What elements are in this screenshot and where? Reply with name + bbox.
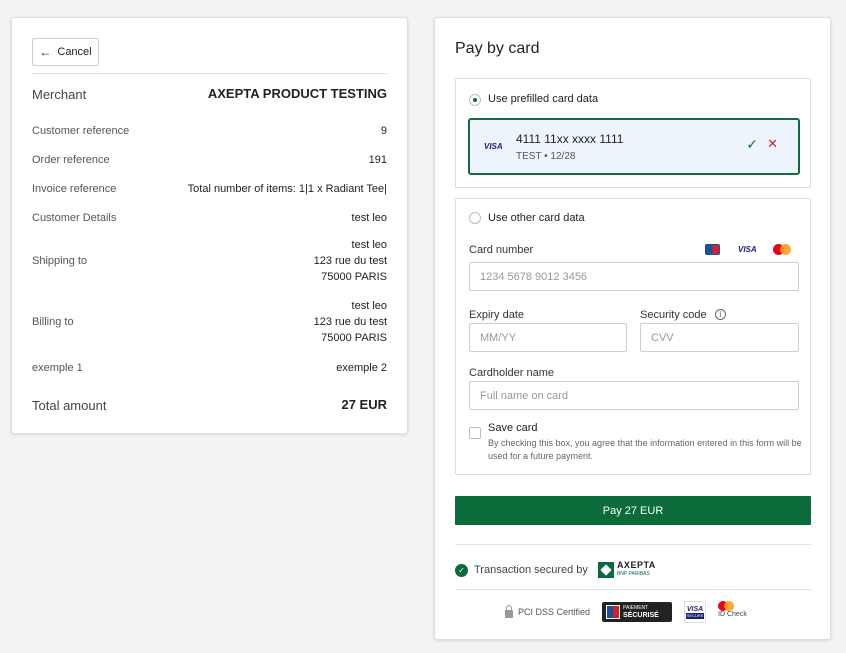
billing-row: Billing to test leo 123 rue du test 7500… (32, 298, 387, 346)
axepta-logo: AXEPTA BNP PARIBAS (597, 560, 656, 579)
divider (32, 73, 387, 74)
other-card-section: Use other card data Card number VISA Exp… (455, 198, 811, 475)
billing-address: test leo 123 rue du test 75000 PARIS (314, 298, 387, 346)
saved-card-number: 4111 11xx xxxx 1111 (516, 132, 624, 146)
merchant-row: Merchant AXEPTA PRODUCT TESTING (32, 86, 387, 102)
total-value: 27 EUR (341, 397, 387, 412)
visa-secure-s: SECURE (686, 612, 705, 619)
expiry-input[interactable] (469, 323, 627, 352)
cardholder-label: Cardholder name (469, 367, 554, 379)
billing-line: test leo (351, 300, 387, 312)
cvv-input[interactable] (640, 323, 799, 352)
shipping-line: test leo (351, 239, 387, 251)
customer-details-row: Customer Details test leo (32, 210, 387, 226)
cancel-button[interactable]: ← Cancel (32, 38, 99, 66)
save-card-description: By checking this box, you agree that the… (488, 438, 802, 461)
mastercard-icon (773, 244, 791, 255)
id-check-badge: ID Check (718, 601, 747, 623)
saved-card-option[interactable]: VISA 4111 11xx xxxx 1111 TEST • 12/28 ✓ … (468, 118, 800, 175)
customer-reference-label: Customer reference (32, 125, 130, 137)
shipping-row: Shipping to test leo 123 rue du test 750… (32, 237, 387, 285)
paiement-line2: SÉCURISÉ (623, 612, 659, 619)
billing-line: 123 rue du test (313, 316, 387, 328)
trust-badges: PCI DSS Certified PAIEMENT SÉCURISÉ VISA… (505, 601, 747, 623)
extra-value: exemple 2 (336, 362, 387, 374)
billing-line: 75000 PARIS (321, 332, 387, 344)
visa-secure-v: VISA (686, 605, 704, 613)
page-title: Pay by card (455, 40, 540, 57)
secured-text: Transaction secured by (474, 564, 588, 576)
order-reference-label: Order reference (32, 154, 110, 166)
expiry-label: Expiry date (469, 309, 525, 321)
customer-details-label: Customer Details (32, 212, 117, 224)
total-label: Total amount (32, 397, 107, 413)
axepta-name: AXEPTA (616, 560, 656, 570)
customer-details-value: test leo (351, 212, 387, 224)
pci-badge: PCI DSS Certified (505, 604, 591, 618)
axepta-mark-icon (597, 562, 614, 578)
merchant-value: AXEPTA PRODUCT TESTING (207, 86, 387, 101)
security-code-label: Security code (640, 309, 707, 321)
cardholder-input[interactable] (469, 381, 799, 410)
arrow-left-icon: ← (39, 45, 52, 59)
other-card-label: Use other card data (488, 212, 585, 224)
extra-row: exemple 1 exemple 2 (32, 360, 387, 376)
prefilled-radio[interactable] (469, 94, 481, 106)
visa-secure-badge: VISA SECURE (684, 601, 707, 623)
card-number-input[interactable] (469, 262, 799, 291)
mastercard-icon (718, 601, 735, 611)
remove-card-icon[interactable]: ✕ (767, 136, 778, 152)
order-reference-value: 191 (368, 154, 387, 166)
cancel-label: Cancel (57, 46, 92, 58)
shipping-line: 123 rue du test (313, 255, 387, 267)
shipping-line: 75000 PARIS (321, 271, 387, 283)
id-check-label: ID Check (718, 611, 747, 618)
invoice-reference-row: Invoice reference Total number of items:… (32, 181, 387, 197)
card-number-label: Card number (469, 244, 534, 256)
invoice-reference-label: Invoice reference (32, 183, 117, 195)
shipping-address: test leo 123 rue du test 75000 PARIS (314, 237, 387, 285)
axepta-sub: BNP PARIBAS (616, 571, 650, 577)
save-card-checkbox[interactable] (469, 427, 481, 439)
save-card-label: Save card (488, 422, 538, 434)
order-reference-row: Order reference 191 (32, 152, 387, 168)
other-card-radio[interactable] (469, 212, 481, 224)
pay-button[interactable]: Pay 27 EUR (455, 496, 811, 525)
lock-icon (505, 604, 513, 618)
divider (455, 589, 811, 590)
prefilled-label: Use prefilled card data (488, 93, 599, 105)
paiement-securise-badge: PAIEMENT SÉCURISÉ (602, 602, 673, 622)
invoice-reference-value: Total number of items: 1|1 x Radiant Tee… (187, 183, 387, 195)
customer-reference-row: Customer reference 9 (32, 123, 387, 139)
shield-check-icon: ✓ (455, 563, 468, 577)
checkmark-icon: ✓ (746, 136, 758, 152)
customer-reference-value: 9 (380, 125, 387, 137)
paiement-line1: PAIEMENT (623, 605, 649, 611)
extra-label: exemple 1 (32, 362, 83, 374)
cb-logo-icon (606, 605, 621, 619)
cb-card-icon (705, 244, 720, 255)
total-row: Total amount 27 EUR (32, 397, 387, 413)
prefilled-card-section: Use prefilled card data VISA 4111 11xx x… (455, 78, 811, 188)
visa-icon: VISA (484, 142, 503, 151)
payment-card: Pay by card Use prefilled card data VISA… (434, 17, 831, 640)
billing-label: Billing to (32, 316, 74, 328)
visa-icon: VISA (738, 245, 757, 254)
saved-card-details: TEST • 12/28 (516, 151, 576, 162)
secured-row: ✓ Transaction secured by AXEPTA BNP PARI… (455, 561, 656, 579)
merchant-label: Merchant (32, 86, 87, 102)
divider (455, 544, 811, 545)
info-icon[interactable]: i (715, 309, 726, 320)
pci-label: PCI DSS Certified (518, 607, 591, 617)
shipping-label: Shipping to (32, 255, 88, 267)
order-summary-card: ← Cancel Merchant AXEPTA PRODUCT TESTING… (11, 17, 408, 434)
